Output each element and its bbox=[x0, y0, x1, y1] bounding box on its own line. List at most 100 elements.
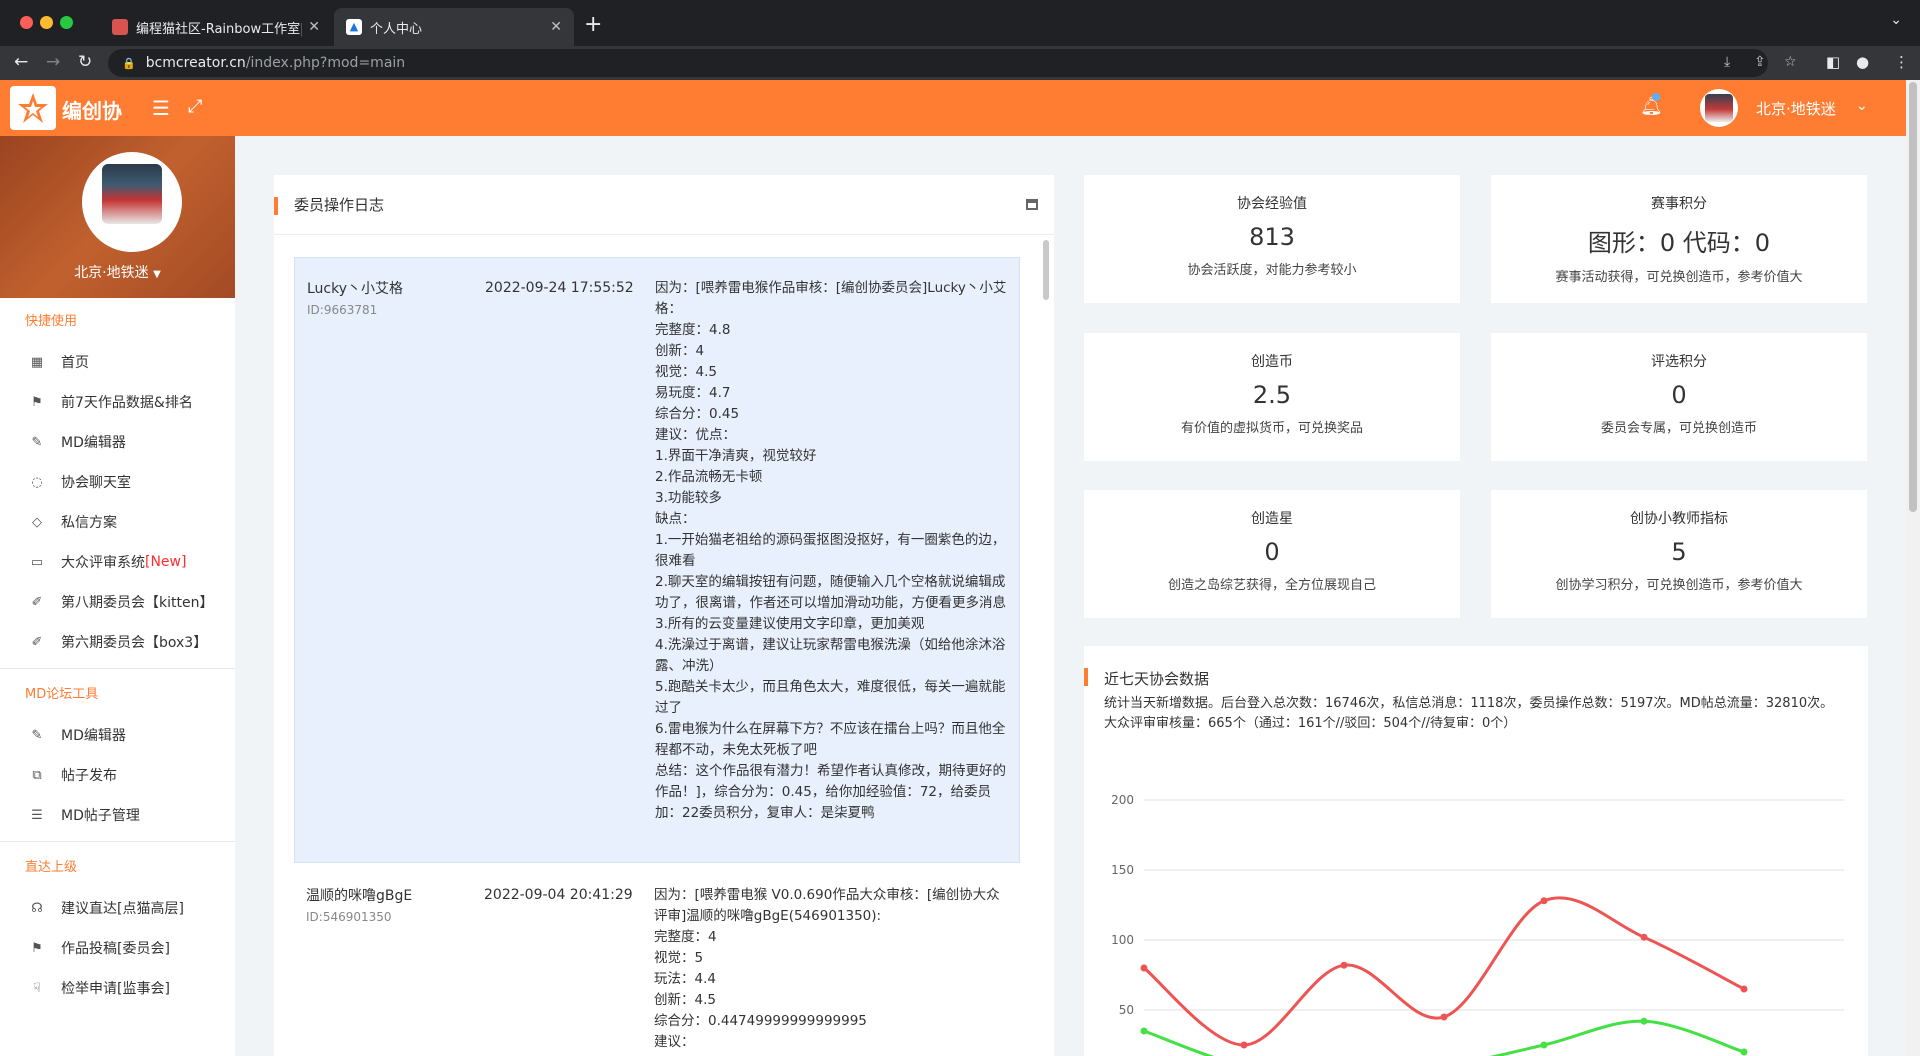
fullscreen-icon[interactable]: ⤢ bbox=[188, 96, 202, 117]
menu-toggle-icon[interactable]: ☰ bbox=[152, 96, 170, 120]
log-scrollbar-thumb[interactable] bbox=[1043, 240, 1049, 300]
data-point[interactable] bbox=[1540, 1041, 1548, 1049]
data-point[interactable] bbox=[1640, 933, 1648, 941]
logo-icon bbox=[18, 93, 48, 123]
sidebar-item-public-review[interactable]: ▭ 大众评审系统 [New] bbox=[0, 542, 235, 582]
card-header: 委员操作日志 bbox=[274, 175, 1054, 235]
sidebar-item-chatroom[interactable]: ◌ 协会聊天室 bbox=[0, 462, 235, 502]
chevron-down-icon[interactable]: ⌄ bbox=[1856, 98, 1868, 114]
avatar[interactable] bbox=[82, 152, 182, 252]
tab-title: 个人中心 bbox=[370, 21, 423, 37]
app-header: 编创协 ☰ ⤢ 🔔︎ 北京·地铁迷 ⌄ bbox=[0, 80, 1906, 136]
lock-icon: 🔒 bbox=[122, 56, 136, 70]
section-title-md-tools: MD论坛工具 bbox=[25, 687, 99, 702]
data-point[interactable] bbox=[1740, 985, 1748, 993]
data-point[interactable] bbox=[1440, 1013, 1448, 1021]
sidebar-item-label: 私信方案 bbox=[61, 515, 117, 531]
back-icon[interactable]: ← bbox=[14, 52, 28, 72]
avatar[interactable] bbox=[1700, 89, 1738, 127]
data-point[interactable] bbox=[1640, 1017, 1648, 1025]
stat-value: 0 bbox=[1671, 381, 1687, 409]
sidebar-item-post-manage[interactable]: ☰ MD帖子管理 bbox=[0, 795, 235, 835]
close-tab-icon[interactable]: ✕ bbox=[308, 19, 320, 35]
data-point[interactable] bbox=[1240, 1041, 1248, 1049]
minimize-icon[interactable] bbox=[1026, 199, 1038, 210]
stat-card-coin: 创造币 2.5 有价值的虚拟货币，可兑换奖品 bbox=[1084, 333, 1460, 461]
profile-name: 北京·地铁迷 bbox=[74, 265, 149, 281]
stat-card-star: 创造星 0 创造之岛综艺获得，全方位展现自己 bbox=[1084, 490, 1460, 618]
data-point[interactable] bbox=[1140, 964, 1148, 972]
divider bbox=[0, 841, 235, 842]
sidebar-item-suggestion[interactable]: ☊ 建议直达[点猫高层] bbox=[0, 888, 235, 928]
minimize-window-button[interactable] bbox=[40, 16, 53, 29]
sidebar-item-post-publish[interactable]: ⧉ 帖子发布 bbox=[0, 755, 235, 795]
stat-label: 评选积分 bbox=[1651, 354, 1707, 370]
forward-icon[interactable]: → bbox=[46, 52, 60, 72]
log-content: 因为：[喂养雷电猴 V0.0.690作品大众审核：[编创协大众评审]温顺的咪噜g… bbox=[654, 887, 1000, 1050]
comment-icon: ▭ bbox=[30, 554, 44, 570]
browser-tab-2[interactable]: ▲ 个人中心 ✕ bbox=[334, 8, 574, 46]
y-tick-label: 50 bbox=[1119, 1003, 1134, 1017]
new-tab-button[interactable]: + bbox=[584, 12, 602, 37]
card-title: 委员操作日志 bbox=[294, 196, 385, 214]
logo[interactable] bbox=[10, 86, 56, 130]
header-username[interactable]: 北京·地铁迷 bbox=[1756, 98, 1836, 119]
stat-label: 创造币 bbox=[1251, 354, 1293, 370]
stat-card-review-points: 评选积分 0 委员会专属，可兑换创造币 bbox=[1491, 333, 1867, 461]
sidebar-item-submission[interactable]: ⚑ 作品投稿[委员会] bbox=[0, 928, 235, 968]
grid-icon: ▦ bbox=[30, 354, 44, 370]
stat-label: 创造星 bbox=[1251, 511, 1293, 527]
eraser-icon: ◇ bbox=[32, 514, 42, 530]
profile-name-menu[interactable]: 北京·地铁迷 ▼ bbox=[0, 262, 235, 282]
reload-icon[interactable]: ↻ bbox=[78, 52, 92, 72]
notification-dot bbox=[1652, 93, 1660, 101]
stat-value: 图形：0 代码：0 bbox=[1587, 229, 1771, 257]
sidebar-item-rankings[interactable]: ⚑ 前7天作品数据&排名 bbox=[0, 382, 235, 422]
weekly-data-card: 近七天协会数据 统计当天新增数据。后台登入总次数：16746次，私信总消息：11… bbox=[1084, 646, 1868, 1056]
maximize-window-button[interactable] bbox=[60, 16, 73, 29]
stat-desc: 创协学习积分，可兑换创造币，参考价值大 bbox=[1555, 578, 1803, 593]
log-time: 2022-09-24 17:55:52 bbox=[485, 280, 634, 296]
close-window-button[interactable] bbox=[20, 16, 33, 29]
sidebar-item-home[interactable]: ▦ 首页 bbox=[0, 342, 235, 382]
sidebar-item-label: MD帖子管理 bbox=[61, 808, 140, 824]
y-tick-label: 100 bbox=[1111, 933, 1134, 947]
sidebar-item-label: 作品投稿[委员会] bbox=[61, 941, 170, 957]
data-point[interactable] bbox=[1740, 1048, 1748, 1056]
card-title: 近七天协会数据 bbox=[1104, 670, 1210, 688]
sidebar-item-md-editor-2[interactable]: ✎ MD编辑器 bbox=[0, 715, 235, 755]
close-tab-icon[interactable]: ✕ bbox=[550, 19, 562, 35]
pen-icon: ✎ bbox=[31, 727, 43, 743]
site-favicon-icon: ▲ bbox=[346, 19, 362, 35]
page-scrollbar-thumb[interactable] bbox=[1909, 82, 1917, 512]
series-line-1 bbox=[1143, 1019, 1745, 1056]
stat-card-exp: 协会经验值 813 协会活跃度，对能力参考较小 bbox=[1084, 175, 1460, 303]
sidebar-item-label: 第六期委员会【box3】 bbox=[61, 635, 208, 651]
data-point[interactable] bbox=[1140, 1027, 1148, 1035]
data-point[interactable] bbox=[1340, 961, 1348, 969]
sidebar-item-label: 帖子发布 bbox=[61, 768, 117, 784]
tab-search-icon[interactable]: ⌄ bbox=[1890, 12, 1902, 28]
divider bbox=[0, 668, 235, 669]
menu-kebab-icon[interactable]: ⋮ bbox=[1894, 53, 1909, 71]
sidebar-item-committee-6[interactable]: ✐ 第六期委员会【box3】 bbox=[0, 622, 235, 662]
sidebar-item-md-editor[interactable]: ✎ MD编辑器 bbox=[0, 422, 235, 462]
sidebar-item-private-message[interactable]: ◇ 私信方案 bbox=[0, 502, 235, 542]
sidebar-item-report[interactable]: ☟ 检举申请[监事会] bbox=[0, 968, 235, 1008]
address-bar[interactable]: 🔒 bcmcreator.cn/index.php?mod=main bbox=[108, 49, 1768, 77]
sidepanel-icon[interactable]: ◧ bbox=[1826, 53, 1840, 71]
profile-icon[interactable]: ● bbox=[1856, 53, 1869, 71]
stat-desc: 有价值的虚拟货币，可兑换奖品 bbox=[1180, 421, 1363, 436]
y-tick-label: 150 bbox=[1111, 863, 1134, 877]
install-icon[interactable]: ⤓ bbox=[1724, 54, 1730, 70]
bookmark-star-icon[interactable]: ☆ bbox=[1784, 54, 1797, 70]
log-user-name: 温顺的咪噜gBgE bbox=[306, 888, 413, 904]
sidebar-item-committee-8[interactable]: ✐ 第八期委员会【kitten】 bbox=[0, 582, 235, 622]
share-icon[interactable]: ⇪ bbox=[1754, 54, 1766, 70]
browser-tab-1[interactable]: 编程猫社区-Rainbow工作室|国庆 ✕ bbox=[100, 8, 332, 46]
rank-icon: ⚑ bbox=[31, 940, 43, 956]
browser-toolbar: ← → ↻ 🔒 bcmcreator.cn/index.php?mod=main… bbox=[0, 46, 1920, 80]
bell-icon[interactable]: 🔔︎ bbox=[1640, 96, 1663, 117]
data-point[interactable] bbox=[1540, 897, 1548, 905]
sidebar-item-label: 建议直达[点猫高层] bbox=[61, 901, 184, 917]
